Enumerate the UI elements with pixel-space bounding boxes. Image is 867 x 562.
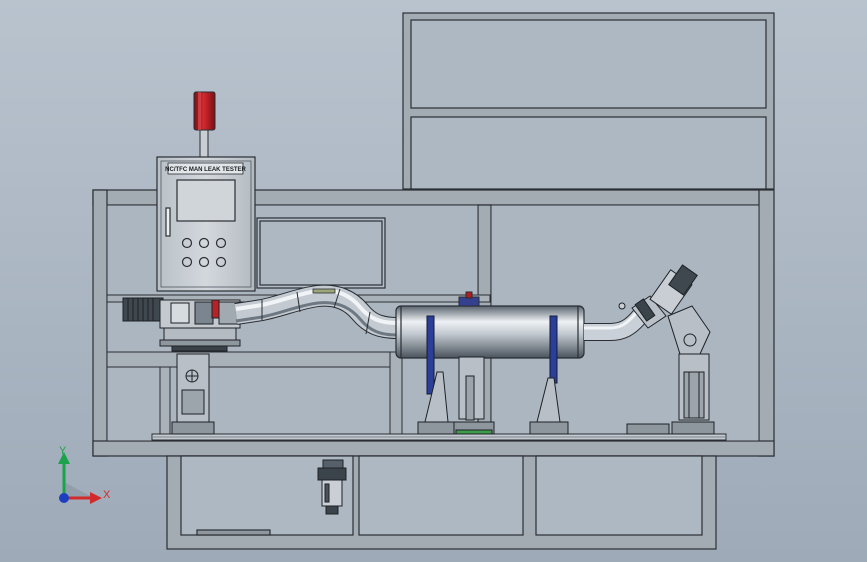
control-box-nameplate: NC/TFC MAN LEAK TESTER: [165, 167, 246, 173]
table-plate: [151, 433, 727, 441]
axis-y-label: Y: [59, 445, 67, 457]
axis-x-label: X: [103, 489, 111, 501]
air-filter-regulator: [317, 459, 347, 515]
pipe-bracket: [312, 288, 336, 294]
monitor: [256, 217, 386, 289]
table-foot-pads: [626, 423, 670, 435]
upper-rear-frame: [402, 12, 775, 190]
lower-cabinet: [166, 455, 717, 550]
cad-assembly-view: NC/TFC MAN LEAK TESTER Y X: [0, 0, 867, 562]
left-support-pedestal: [171, 353, 215, 435]
control-box: [156, 156, 256, 292]
